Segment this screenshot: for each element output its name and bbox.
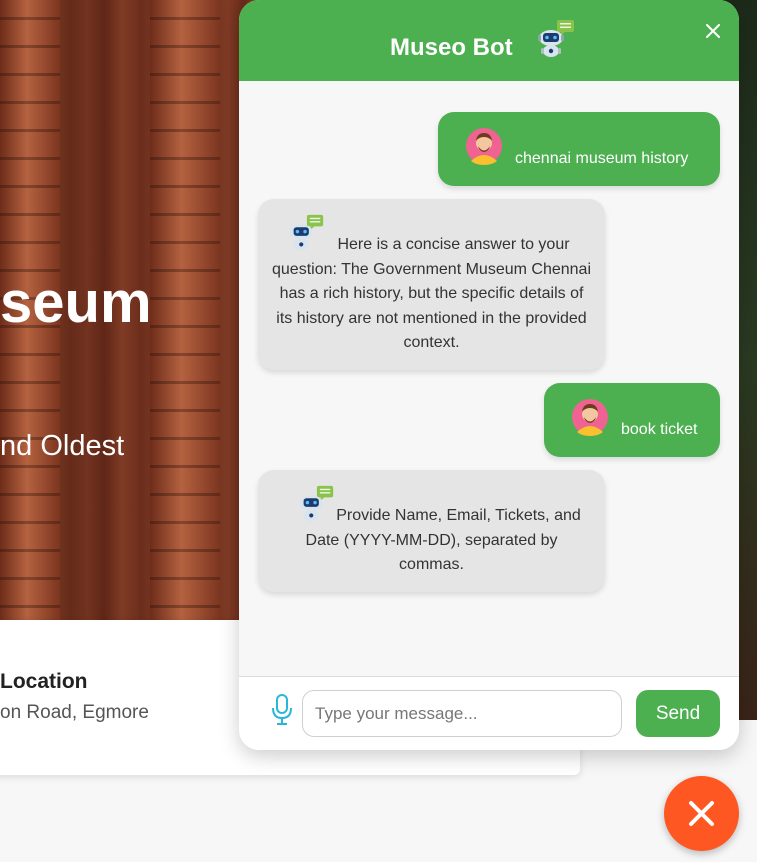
chatbot-window: Museo Bot chennai museum history Here is… (239, 0, 739, 750)
hero-title: seum (0, 270, 152, 335)
robot-chat-icon (538, 20, 574, 57)
message-list: chennai museum history Here is a concise… (239, 81, 739, 676)
location-address: on Road, Egmore (0, 702, 149, 723)
close-icon[interactable] (702, 20, 724, 42)
chat-title: Museo Bot (390, 34, 513, 61)
microphone-icon[interactable] (271, 693, 293, 727)
user-message-text: book ticket (621, 421, 698, 438)
bot-message: Provide Name, Email, Tickets, and Date (… (258, 470, 605, 592)
bot-message-text: Provide Name, Email, Tickets, and Date (… (305, 507, 581, 573)
chat-input-bar: Send (239, 677, 739, 750)
user-avatar-icon (572, 399, 608, 436)
send-button[interactable]: Send (636, 690, 720, 737)
user-message: chennai museum history (438, 112, 720, 186)
page: seum nd Oldest Location on Road, Egmore … (0, 0, 757, 862)
hero-subtitle: nd Oldest (0, 430, 125, 462)
message-input[interactable] (302, 690, 622, 737)
facade-column (150, 0, 220, 720)
bot-message-text: Here is a concise answer to your questio… (272, 236, 591, 351)
user-message: book ticket (544, 383, 720, 457)
close-icon (689, 801, 714, 826)
user-message-text: chennai museum history (515, 150, 689, 167)
facade-column (0, 0, 60, 720)
chat-toggle-button[interactable] (664, 776, 739, 851)
location-title: Location (0, 670, 88, 693)
chat-header: Museo Bot (239, 0, 739, 81)
user-avatar-icon (466, 128, 502, 165)
bot-message: Here is a concise answer to your questio… (258, 199, 605, 370)
